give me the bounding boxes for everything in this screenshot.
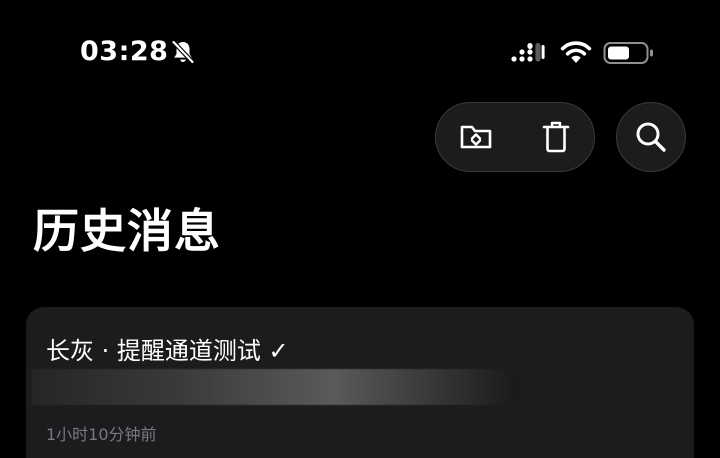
- message-preview-blurred: [32, 369, 518, 405]
- status-time: 03:28: [80, 36, 169, 67]
- message-timestamp: 1小时10分钟前: [46, 425, 157, 444]
- cellular-signal-icon: [511, 43, 545, 62]
- action-pill: [435, 102, 595, 172]
- battery-icon: [603, 42, 653, 64]
- search-icon: [636, 122, 666, 152]
- trash-icon: [542, 121, 570, 153]
- bell-slash-icon: [171, 39, 195, 65]
- folder-move-icon: [460, 125, 492, 149]
- search-button[interactable]: [616, 102, 686, 172]
- message-title: 长灰 · 提醒通道测试 ✓: [46, 337, 289, 365]
- history-screen: 03:28 历史消息 长灰 · 提醒通道测试 ✓ 1小时10分钟前: [0, 0, 720, 458]
- move-to-folder-button[interactable]: [436, 103, 516, 171]
- page-title: 历史消息: [33, 204, 221, 258]
- delete-button[interactable]: [516, 103, 596, 171]
- wifi-icon: [560, 41, 592, 63]
- message-card[interactable]: 长灰 · 提醒通道测试 ✓ 1小时10分钟前: [26, 307, 694, 458]
